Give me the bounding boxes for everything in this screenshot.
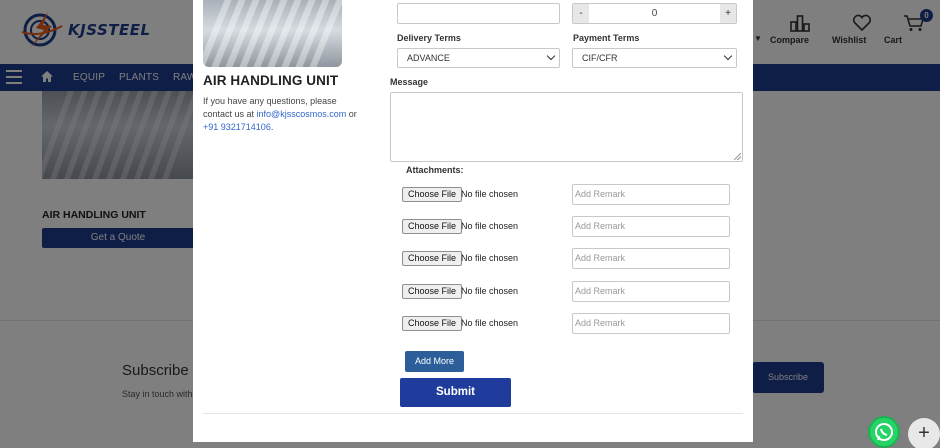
remark-input[interactable]: Add Remark <box>572 184 730 205</box>
chevron-down-icon <box>546 51 556 61</box>
add-more-button[interactable]: Add More <box>405 351 464 372</box>
attachment-row: Choose File No file chosen Add Remark <box>402 216 732 237</box>
quantity-increment-button[interactable]: + <box>720 4 736 23</box>
attachments-label: Attachments: <box>406 165 464 175</box>
whatsapp-chat-button[interactable] <box>868 416 900 448</box>
choose-file-button[interactable]: Choose File <box>402 251 463 266</box>
submit-button[interactable]: Submit <box>400 378 511 407</box>
no-file-text: No file chosen <box>461 221 519 231</box>
choose-file-button[interactable]: Choose File <box>402 316 463 331</box>
attachment-row: Choose File No file chosen Add Remark <box>402 184 732 205</box>
contact-info: If you have any questions, please contac… <box>203 95 363 134</box>
no-file-text: No file chosen <box>461 286 519 296</box>
payment-terms-label: Payment Terms <box>573 33 640 43</box>
contact-period: . <box>270 122 274 132</box>
attachment-row: Choose File No file chosen Add Remark <box>402 281 732 302</box>
whatsapp-icon <box>875 423 893 441</box>
modal-product-image <box>203 0 342 67</box>
message-label: Message <box>390 77 429 87</box>
modal-divider <box>203 413 743 414</box>
quantity-decrement-button[interactable]: - <box>573 4 589 23</box>
no-file-text: No file chosen <box>461 318 519 328</box>
message-textarea[interactable] <box>390 92 743 162</box>
top-text-field[interactable] <box>397 3 560 24</box>
attachment-row: Choose File No file chosen Add Remark <box>402 248 732 269</box>
choose-file-button[interactable]: Choose File <box>402 219 463 234</box>
contact-or: or <box>348 109 357 119</box>
choose-file-button[interactable]: Choose File <box>402 284 463 299</box>
remark-input[interactable]: Add Remark <box>572 313 730 334</box>
delivery-terms-select[interactable]: ADVANCE <box>397 48 560 68</box>
plus-icon[interactable]: + <box>908 418 940 448</box>
no-file-text: No file chosen <box>461 253 519 263</box>
modal-product-name: AIR HANDLING UNIT <box>203 73 339 88</box>
resize-handle-icon[interactable] <box>734 153 741 160</box>
chevron-down-icon <box>723 51 733 61</box>
delivery-terms-label: Delivery Terms <box>397 33 461 43</box>
choose-file-button[interactable]: Choose File <box>402 187 463 202</box>
quote-modal: AIR HANDLING UNIT If you have any questi… <box>193 0 753 442</box>
attachment-row: Choose File No file chosen Add Remark <box>402 313 732 334</box>
no-file-text: No file chosen <box>461 189 519 199</box>
remark-input[interactable]: Add Remark <box>572 248 730 269</box>
remark-input[interactable]: Add Remark <box>572 216 730 237</box>
payment-terms-value: CIF/CFR <box>582 53 618 63</box>
payment-terms-select[interactable]: CIF/CFR <box>572 48 737 68</box>
contact-phone-link[interactable]: +91 9321714106 <box>203 122 271 132</box>
remark-input[interactable]: Add Remark <box>572 281 730 302</box>
delivery-terms-value: ADVANCE <box>407 53 450 63</box>
quantity-value[interactable]: 0 <box>589 4 720 23</box>
quantity-stepper[interactable]: - 0 + <box>572 3 737 24</box>
contact-email-link[interactable]: info@kjsscosmos.com <box>257 109 347 119</box>
